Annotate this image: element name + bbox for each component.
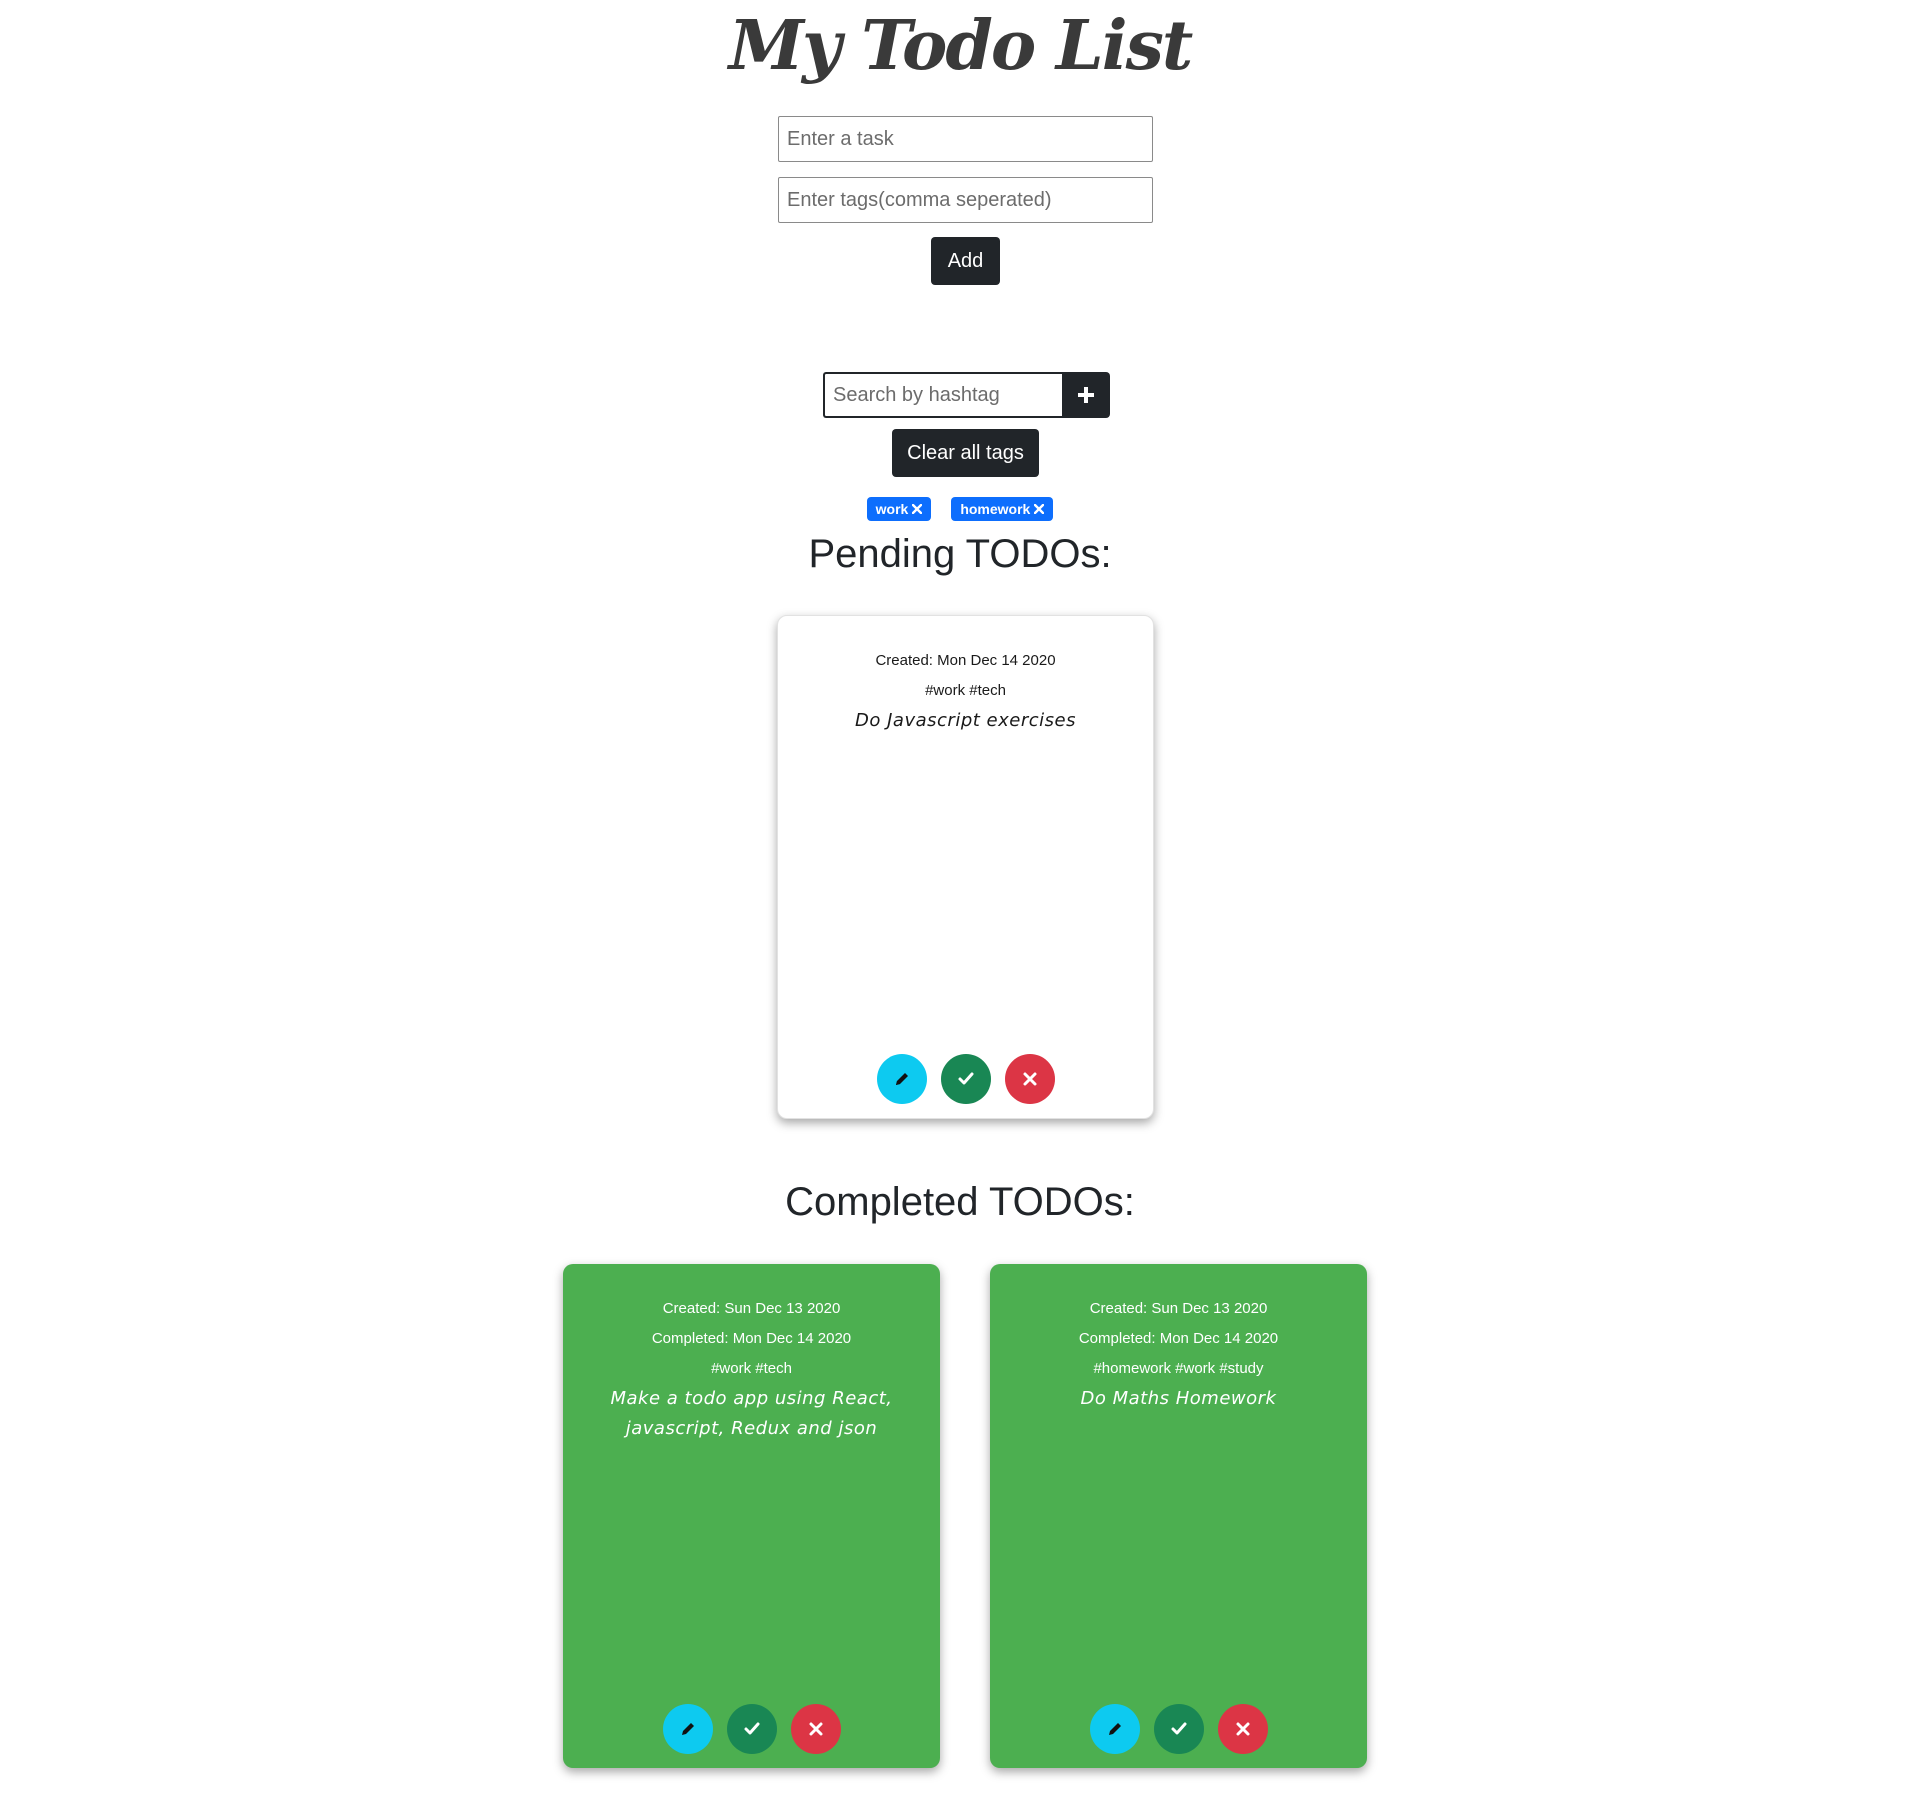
hashtag-search-input[interactable] (823, 372, 1062, 418)
completed-heading: Completed TODOs: (785, 1180, 1135, 1224)
tag-chip-label: homework (960, 501, 1031, 517)
complete-button[interactable] (1153, 1704, 1204, 1754)
todo-tags: #work #tech (925, 682, 1006, 699)
todo-card: Created: Mon Dec 14 2020 #work #tech Do … (777, 615, 1154, 1119)
close-icon[interactable] (1034, 504, 1045, 514)
edit-button[interactable] (1089, 1704, 1140, 1754)
pencil-icon (1108, 1723, 1121, 1735)
tags-input[interactable] (778, 177, 1153, 223)
close-icon (1236, 1722, 1249, 1736)
todo-tags: #work #tech (711, 1360, 792, 1377)
created-date: Created: Sun Dec 13 2020 (662, 1300, 841, 1317)
clear-tags-button[interactable]: Clear all tags (892, 429, 1039, 477)
created-date: Created: Mon Dec 14 2020 (875, 652, 1056, 669)
complete-button[interactable] (940, 1054, 991, 1104)
todo-text: Do Javascript exercises (855, 710, 1076, 731)
edit-button[interactable] (662, 1704, 713, 1754)
card-actions (778, 1054, 1153, 1104)
check-icon (958, 1072, 973, 1085)
delete-button[interactable] (1004, 1054, 1055, 1104)
plus-icon (1078, 387, 1094, 403)
completed-date: Completed: Mon Dec 14 2020 (651, 1330, 852, 1347)
tag-chip-label: work (875, 501, 909, 517)
completed-date: Completed: Mon Dec 14 2020 (1078, 1330, 1279, 1347)
close-icon[interactable] (912, 504, 923, 514)
created-date: Created: Sun Dec 13 2020 (1089, 1300, 1268, 1317)
pending-heading: Pending TODOs: (808, 532, 1112, 576)
close-icon (809, 1722, 822, 1736)
todo-text: Do Maths Homework (1080, 1388, 1277, 1409)
delete-button[interactable] (790, 1704, 841, 1754)
tag-chip-homework[interactable]: homework (951, 497, 1054, 521)
app-title: My Todo List (728, 6, 1194, 86)
card-actions (563, 1704, 940, 1754)
pencil-icon (681, 1723, 694, 1735)
delete-button[interactable] (1217, 1704, 1268, 1754)
complete-button[interactable] (726, 1704, 777, 1754)
pencil-icon (895, 1073, 908, 1085)
todo-card: Created: Sun Dec 13 2020 Completed: Mon … (563, 1264, 940, 1768)
todo-text: Make a todo app using React, javascript,… (610, 1388, 893, 1439)
card-actions (990, 1704, 1367, 1754)
hashtag-search (823, 372, 1110, 418)
check-icon (744, 1722, 759, 1735)
close-icon (1023, 1072, 1036, 1086)
check-icon (1171, 1722, 1186, 1735)
task-input[interactable] (778, 116, 1153, 162)
tag-chip-work[interactable]: work (866, 497, 932, 521)
todo-tags: #homework #work #study (1093, 1360, 1264, 1377)
active-tag-list: work homework (0, 497, 1920, 521)
add-tag-filter-button[interactable] (1062, 372, 1110, 418)
edit-button[interactable] (876, 1054, 927, 1104)
todo-card: Created: Sun Dec 13 2020 Completed: Mon … (990, 1264, 1367, 1768)
add-button[interactable]: Add (931, 237, 1000, 285)
